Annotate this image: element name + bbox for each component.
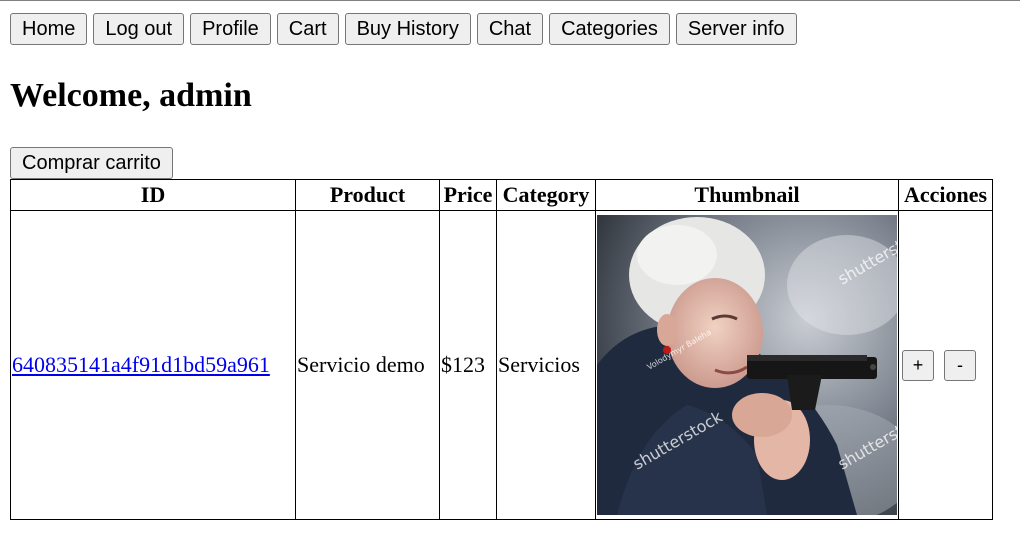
product-thumbnail-image: shutterstock shutterstock shutterstock V… (597, 215, 897, 515)
increase-quantity-button[interactable]: + (902, 349, 934, 381)
cart-table: ID Product Price Category Thumbnail Acci… (10, 179, 993, 520)
table-row: 640835141a4f91d1bd59a961 Servicio demo $… (11, 211, 992, 519)
table-header-row: ID Product Price Category Thumbnail Acci… (11, 180, 992, 211)
cell-price: $123 (440, 211, 497, 519)
header-price: Price (440, 180, 497, 211)
buy-cart-button[interactable]: Comprar carrito (10, 147, 173, 179)
nav-buy-history-button[interactable]: Buy History (344, 13, 471, 45)
header-actions: Acciones (899, 180, 992, 211)
cell-thumbnail: shutterstock shutterstock shutterstock V… (596, 211, 899, 519)
nav-logout-button[interactable]: Log out (93, 13, 185, 45)
cell-id: 640835141a4f91d1bd59a961 (11, 211, 296, 519)
nav-chat-button[interactable]: Chat (476, 13, 544, 45)
nav-home-button[interactable]: Home (10, 13, 88, 45)
row-actions: + - (900, 349, 991, 381)
header-id: ID (11, 180, 296, 211)
header-thumbnail: Thumbnail (596, 180, 899, 211)
top-navigation: Home Log out Profile Cart Buy History Ch… (10, 13, 797, 45)
nav-profile-button[interactable]: Profile (190, 13, 271, 45)
header-product: Product (296, 180, 440, 211)
top-divider (0, 0, 1020, 1)
header-category: Category (497, 180, 596, 211)
nav-server-info-button[interactable]: Server info (675, 13, 797, 45)
nav-categories-button[interactable]: Categories (549, 13, 670, 45)
cell-product: Servicio demo (296, 211, 440, 519)
cell-category: Servicios (497, 211, 596, 519)
product-id-link[interactable]: 640835141a4f91d1bd59a961 (12, 352, 270, 377)
cell-actions: + - (899, 211, 992, 519)
nav-cart-button[interactable]: Cart (276, 13, 339, 45)
welcome-heading: Welcome, admin (10, 77, 252, 114)
decrease-quantity-button[interactable]: - (944, 349, 976, 381)
